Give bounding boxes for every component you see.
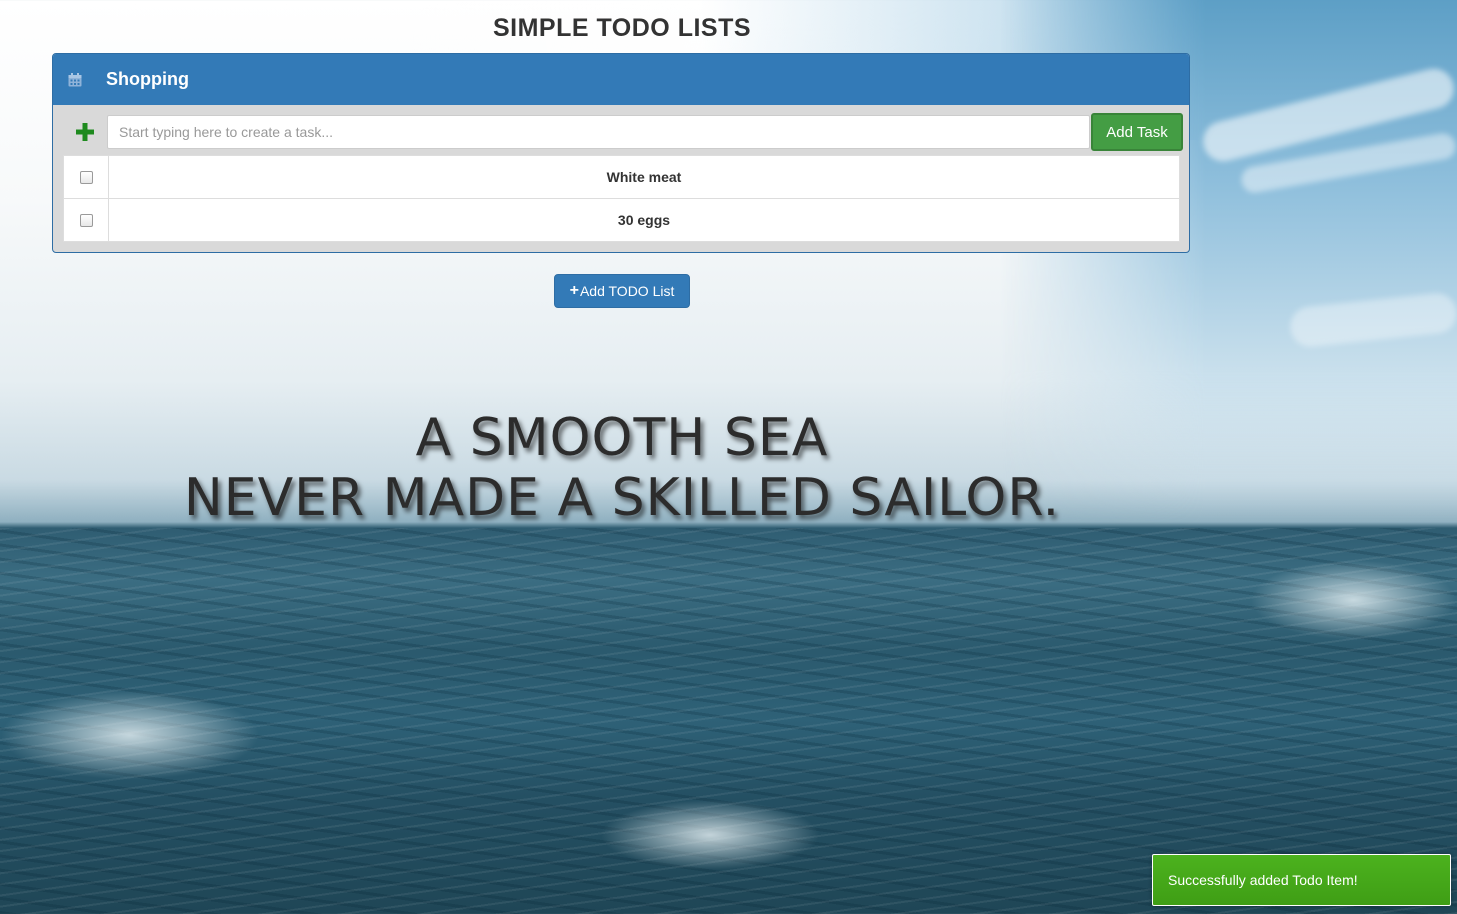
add-todo-list-button[interactable]: + Add TODO List [554, 274, 690, 308]
task-checkbox-cell [63, 155, 109, 199]
task-row: 30 eggs [63, 198, 1180, 242]
quote-line-2: NEVER MADE A SKILLED SAILOR. [183, 468, 1061, 528]
wave-foam [600, 800, 820, 870]
add-task-button[interactable]: Add Task [1091, 113, 1183, 151]
plus-icon [63, 113, 107, 151]
task-text[interactable]: 30 eggs [108, 198, 1180, 242]
todo-list-header: Shopping [53, 54, 1189, 105]
notification-message: Successfully added Todo Item! [1168, 872, 1358, 888]
add-task-row: Add Task [53, 113, 1189, 151]
task-checkbox-cell [63, 198, 109, 242]
new-task-input[interactable] [107, 115, 1090, 149]
task-checkbox[interactable] [79, 171, 93, 185]
task-checkbox[interactable] [79, 214, 93, 228]
add-todo-list-label: Add TODO List [579, 283, 675, 299]
task-text[interactable]: White meat [108, 155, 1180, 199]
task-row: White meat [63, 155, 1180, 199]
calendar-icon [68, 72, 82, 87]
success-notification[interactable]: Successfully added Todo Item! [1152, 854, 1451, 906]
quote-line-1: A SMOOTH SEA [415, 408, 829, 468]
page-title: SIMPLE TODO LISTS [492, 14, 752, 42]
todo-list-panel: Shopping Add Task White meat 30 eggs [52, 53, 1190, 253]
wave-foam [0, 690, 260, 780]
wave-foam [1250, 560, 1457, 640]
todo-list-title[interactable]: Shopping [106, 69, 189, 90]
task-table: White meat 30 eggs [63, 155, 1180, 242]
plus-icon: + [569, 282, 579, 299]
